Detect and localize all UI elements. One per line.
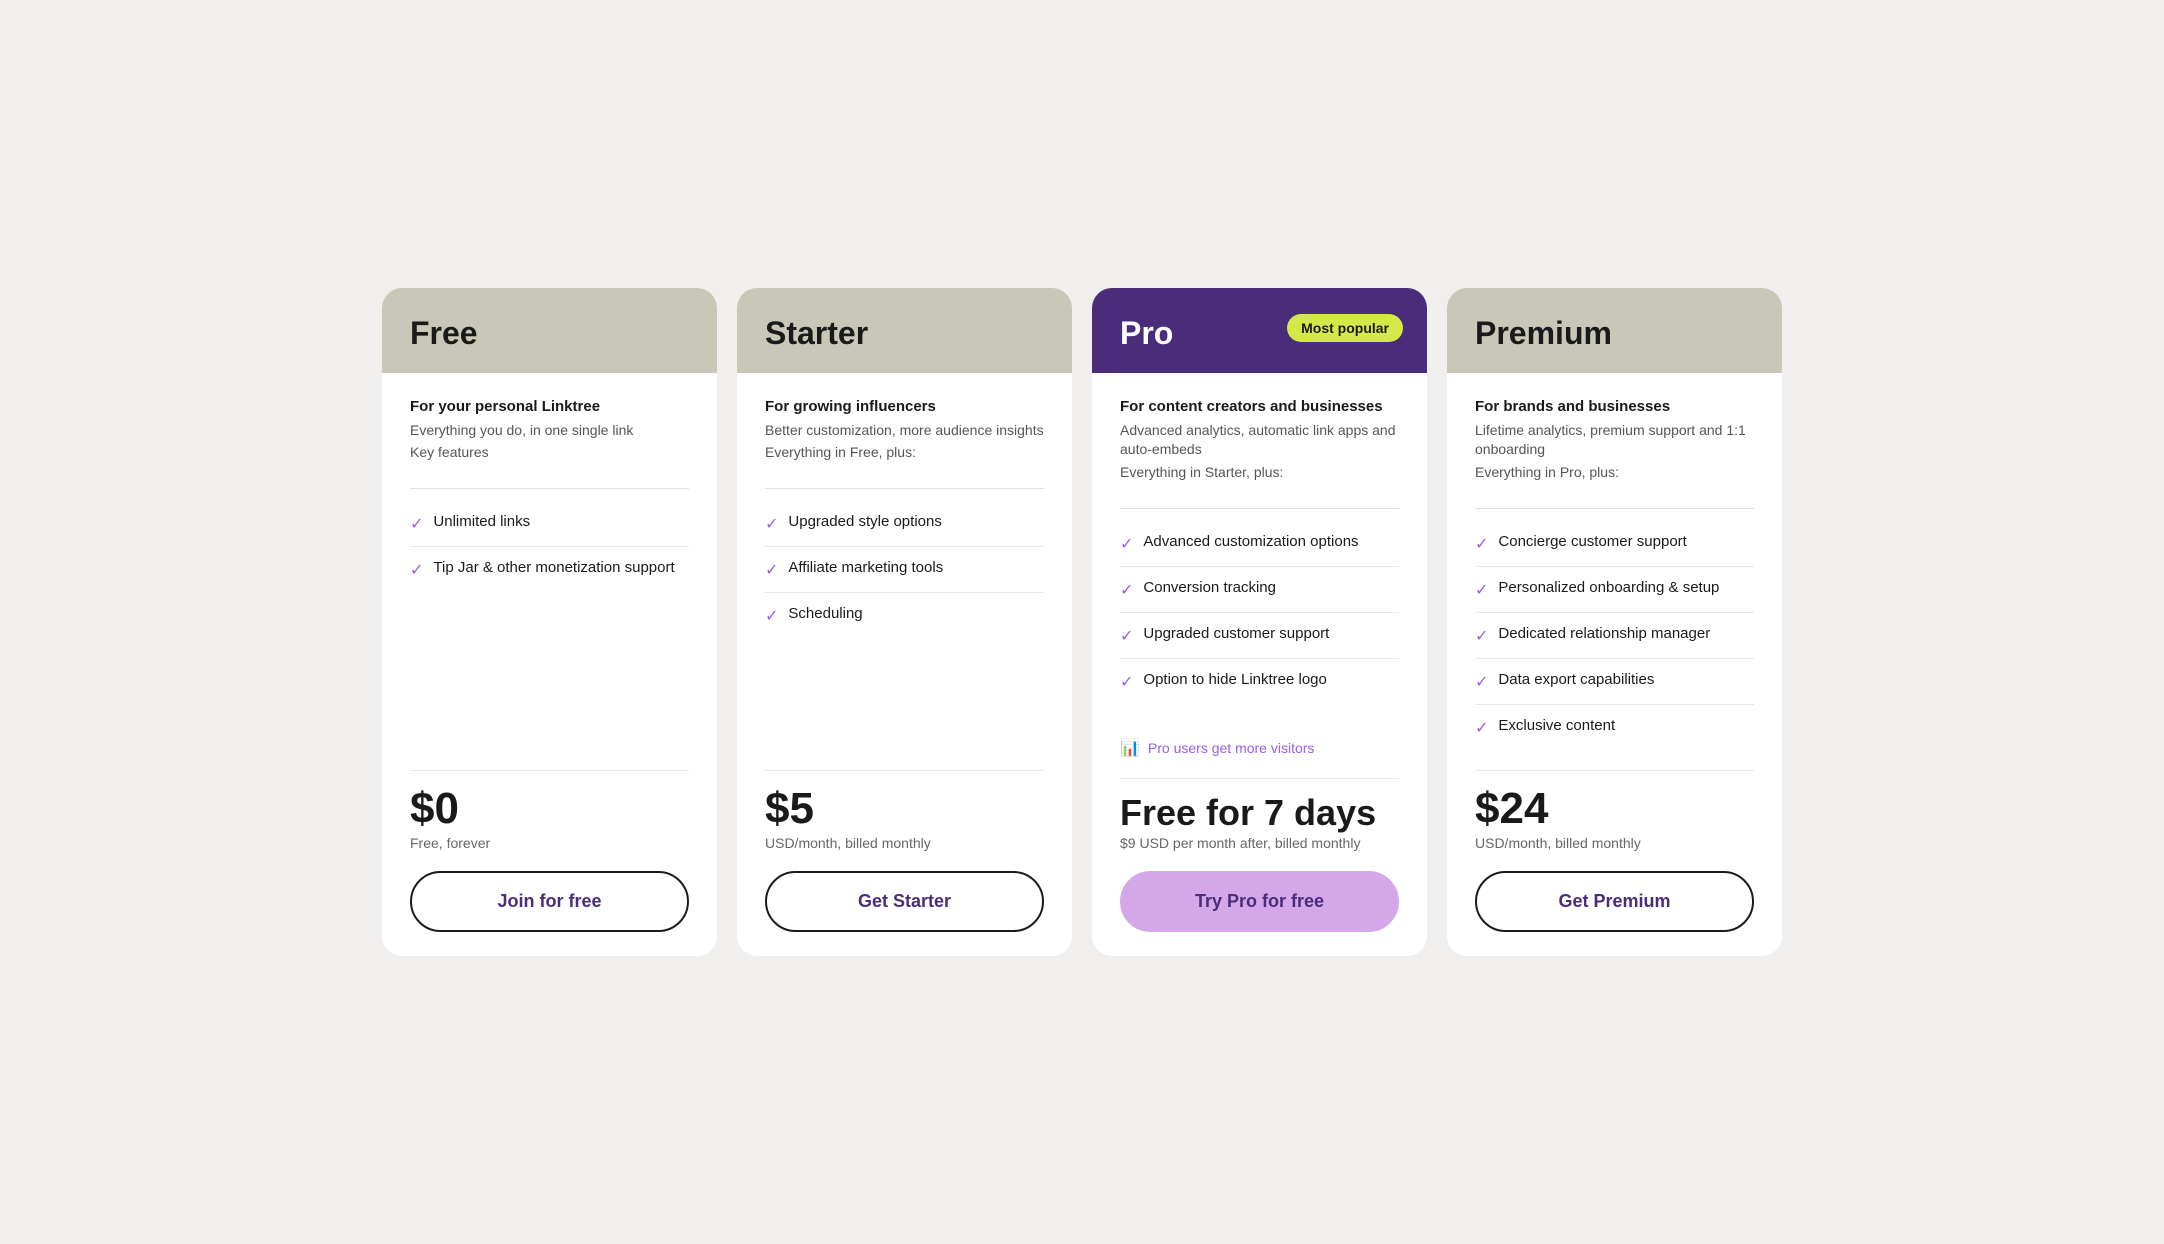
check-icon: ✓ — [765, 560, 778, 580]
check-icon: ✓ — [1120, 534, 1133, 554]
plan-body-premium: For brands and businesses Lifetime analyt… — [1447, 373, 1782, 956]
feature-item: ✓ Upgraded style options — [765, 501, 1044, 547]
feature-text: Conversion tracking — [1143, 579, 1276, 596]
check-icon: ✓ — [1475, 580, 1488, 600]
plan-body-starter: For growing influencers Better customizat… — [737, 373, 1072, 956]
plan-header-starter: Starter — [737, 288, 1072, 373]
feature-text: Upgraded style options — [788, 513, 941, 530]
cta-button-pro[interactable]: Try Pro for free — [1120, 871, 1399, 932]
plan-description-pro: For content creators and businesses — [1120, 397, 1399, 417]
check-icon: ✓ — [1120, 626, 1133, 646]
check-icon: ✓ — [410, 560, 423, 580]
feature-item: ✓ Unlimited links — [410, 501, 689, 547]
plan-price-starter: $5 — [765, 787, 1044, 831]
feature-item: ✓ Tip Jar & other monetization support — [410, 547, 689, 592]
feature-text: Data export capabilities — [1498, 671, 1654, 688]
plan-features-intro-starter: Everything in Free, plus: — [765, 444, 1044, 460]
feature-item: ✓ Exclusive content — [1475, 705, 1754, 750]
feature-item: ✓ Concierge customer support — [1475, 521, 1754, 567]
plan-subtitle-starter: Better customization, more audience insi… — [765, 421, 1044, 441]
plan-title-free: Free — [410, 316, 689, 351]
plan-price-free: $0 — [410, 787, 689, 831]
plan-body-free: For your personal Linktree Everything you… — [382, 373, 717, 956]
plan-subtitle-premium: Lifetime analytics, premium support and … — [1475, 421, 1754, 460]
plan-card-pro: ProMost popularFor content creators and … — [1092, 288, 1427, 956]
cta-button-starter[interactable]: Get Starter — [765, 871, 1044, 932]
plan-price-sub-starter: USD/month, billed monthly — [765, 835, 1044, 851]
plan-features-intro-pro: Everything in Starter, plus: — [1120, 464, 1399, 480]
pro-visitors-text: Pro users get more visitors — [1148, 740, 1315, 756]
cta-button-free[interactable]: Join for free — [410, 871, 689, 932]
features-list-premium: ✓ Concierge customer support ✓ Personalized… — [1475, 521, 1754, 750]
plan-pricing-pro: Free for 7 days $9 USD per month after, b… — [1120, 778, 1399, 932]
check-icon: ✓ — [410, 514, 423, 534]
plan-header-free: Free — [382, 288, 717, 373]
feature-text: Personalized onboarding & setup — [1498, 579, 1719, 596]
feature-text: Concierge customer support — [1498, 533, 1686, 550]
feature-text: Tip Jar & other monetization support — [433, 559, 674, 576]
plan-title-premium: Premium — [1475, 316, 1754, 351]
plan-body-pro: For content creators and businesses Advan… — [1092, 373, 1427, 956]
feature-text: Scheduling — [788, 605, 862, 622]
plan-pricing-starter: $5 USD/month, billed monthly Get Starter — [765, 770, 1044, 932]
plan-header-pro: ProMost popular — [1092, 288, 1427, 373]
check-icon: ✓ — [1120, 580, 1133, 600]
check-icon: ✓ — [1475, 534, 1488, 554]
plan-title-starter: Starter — [765, 316, 1044, 351]
check-icon: ✓ — [1475, 626, 1488, 646]
features-list-free: ✓ Unlimited links ✓ Tip Jar & other monetiz… — [410, 501, 689, 750]
feature-item: ✓ Affiliate marketing tools — [765, 547, 1044, 593]
feature-item: ✓ Data export capabilities — [1475, 659, 1754, 705]
plan-card-premium: Premium For brands and businesses Lifetime… — [1447, 288, 1782, 956]
plan-header-premium: Premium — [1447, 288, 1782, 373]
feature-item: ✓ Upgraded customer support — [1120, 613, 1399, 659]
features-list-starter: ✓ Upgraded style options ✓ Affiliate market… — [765, 501, 1044, 750]
plan-description-starter: For growing influencers — [765, 397, 1044, 417]
check-icon: ✓ — [1475, 672, 1488, 692]
feature-item: ✓ Personalized onboarding & setup — [1475, 567, 1754, 613]
feature-item: ✓ Scheduling — [765, 593, 1044, 638]
plan-price-sub-free: Free, forever — [410, 835, 689, 851]
feature-text: Unlimited links — [433, 513, 530, 530]
plan-subtitle-free: Everything you do, in one single link — [410, 421, 689, 441]
plan-card-starter: Starter For growing influencers Better cus… — [737, 288, 1072, 956]
plan-subtitle-pro: Advanced analytics, automatic link apps … — [1120, 421, 1399, 460]
feature-text: Option to hide Linktree logo — [1143, 671, 1326, 688]
feature-item: ✓ Option to hide Linktree logo — [1120, 659, 1399, 704]
plan-description-free: For your personal Linktree — [410, 397, 689, 417]
plan-pricing-free: $0 Free, forever Join for free — [410, 770, 689, 932]
plan-features-intro-free: Key features — [410, 444, 689, 460]
check-icon: ✓ — [765, 606, 778, 626]
cta-button-premium[interactable]: Get Premium — [1475, 871, 1754, 932]
features-list-pro: ✓ Advanced customization options ✓ Conversi… — [1120, 521, 1399, 726]
plan-card-free: Free For your personal Linktree Everything… — [382, 288, 717, 956]
feature-text: Affiliate marketing tools — [788, 559, 943, 576]
check-icon: ✓ — [765, 514, 778, 534]
plan-price-sub-premium: USD/month, billed monthly — [1475, 835, 1754, 851]
plan-price-sub-pro: $9 USD per month after, billed monthly — [1120, 835, 1399, 851]
feature-item: ✓ Advanced customization options — [1120, 521, 1399, 567]
feature-item: ✓ Conversion tracking — [1120, 567, 1399, 613]
pricing-container: Free For your personal Linktree Everything… — [382, 288, 1782, 956]
feature-text: Upgraded customer support — [1143, 625, 1329, 642]
plan-description-premium: For brands and businesses — [1475, 397, 1754, 417]
plan-pricing-premium: $24 USD/month, billed monthly Get Premium — [1475, 770, 1754, 932]
plan-price-pro: Free for 7 days — [1120, 795, 1399, 831]
check-icon: ✓ — [1120, 672, 1133, 692]
pro-visitors-note: 📊 Pro users get more visitors — [1120, 726, 1399, 758]
most-popular-badge: Most popular — [1287, 314, 1403, 342]
feature-text: Exclusive content — [1498, 717, 1615, 734]
plan-features-intro-premium: Everything in Pro, plus: — [1475, 464, 1754, 480]
bar-chart-icon: 📊 — [1120, 738, 1140, 758]
feature-item: ✓ Dedicated relationship manager — [1475, 613, 1754, 659]
check-icon: ✓ — [1475, 718, 1488, 738]
feature-text: Dedicated relationship manager — [1498, 625, 1710, 642]
feature-text: Advanced customization options — [1143, 533, 1358, 550]
plan-price-premium: $24 — [1475, 787, 1754, 831]
